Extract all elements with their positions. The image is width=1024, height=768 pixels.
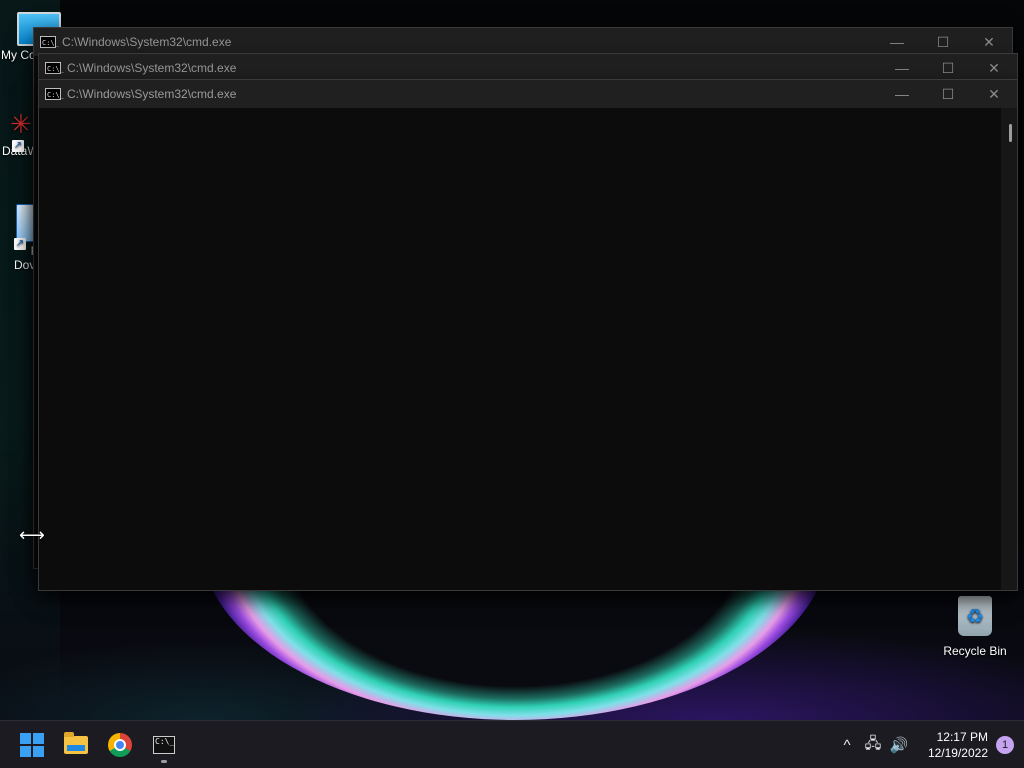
title-bar[interactable]: C:\_ C:\Windows\System32\cmd.exe — ☐ ✕: [39, 54, 1017, 82]
shortcut-arrow-icon: ↗: [12, 140, 24, 152]
taskbar-file-explorer[interactable]: [56, 725, 96, 765]
minimize-button[interactable]: —: [874, 28, 920, 56]
desktop-icon-recycle-bin[interactable]: Recycle Bin: [935, 596, 1015, 658]
taskbar: C:\_ ^ 🖧 🔊 12:17 PM 12/19/2022 1: [0, 720, 1024, 768]
title-bar[interactable]: C:\_ C:\Windows\System32\cmd.exe — ☐ ✕: [34, 28, 1012, 56]
taskbar-chrome[interactable]: [100, 725, 140, 765]
clock[interactable]: 12:17 PM 12/19/2022: [912, 729, 988, 761]
windows-start-icon: [20, 733, 44, 757]
taskbar-command-prompt[interactable]: C:\_: [144, 725, 184, 765]
recycle-bin-icon: [958, 596, 992, 636]
scrollbar-thumb[interactable]: [1009, 124, 1012, 142]
system-tray: ^ 🖧 🔊 12:17 PM 12/19/2022 1: [834, 721, 1024, 768]
clock-time: 12:17 PM: [936, 730, 988, 744]
window-title: C:\Windows\System32\cmd.exe: [67, 87, 237, 101]
shortcut-arrow-icon: ↗: [14, 238, 26, 250]
close-button[interactable]: ✕: [971, 80, 1017, 108]
cmd-app-icon: C:\_: [45, 88, 64, 100]
network-icon[interactable]: 🖧: [860, 733, 886, 758]
cmd-app-icon: C:\_: [40, 36, 59, 48]
close-button[interactable]: ✕: [971, 54, 1017, 82]
volume-icon[interactable]: 🔊: [886, 736, 912, 754]
title-bar[interactable]: C:\_ C:\Windows\System32\cmd.exe — ☐ ✕: [39, 80, 1017, 108]
chrome-icon: [108, 733, 132, 757]
desktop-icon-label: Recycle Bin: [943, 644, 1007, 658]
cmd-app-icon: C:\_: [45, 62, 64, 74]
terminal-icon: C:\_: [153, 736, 175, 754]
folder-icon: [64, 732, 88, 754]
minimize-button[interactable]: —: [879, 54, 925, 82]
window-title: C:\Windows\System32\cmd.exe: [62, 35, 232, 49]
resize-cursor-icon: ⟷: [19, 525, 45, 545]
vertical-scrollbar[interactable]: [1001, 108, 1017, 590]
maximize-button[interactable]: ☐: [920, 28, 966, 56]
maximize-button[interactable]: ☐: [925, 54, 971, 82]
console-area[interactable]: [39, 108, 1017, 590]
desktop: My Co ✳ ↗ DataW ↗ F Dov Recycle Bin C:\_…: [0, 0, 1024, 768]
window-title: C:\Windows\System32\cmd.exe: [67, 61, 237, 75]
clock-date: 12/19/2022: [927, 746, 988, 760]
show-hidden-icons-chevron-icon[interactable]: ^: [834, 737, 860, 754]
active-indicator: [161, 760, 167, 763]
minimize-button[interactable]: —: [879, 80, 925, 108]
start-button[interactable]: [12, 725, 52, 765]
maximize-button[interactable]: ☐: [925, 80, 971, 108]
notification-badge[interactable]: 1: [996, 736, 1014, 754]
close-button[interactable]: ✕: [966, 28, 1012, 56]
cmd-window-3[interactable]: C:\_ C:\Windows\System32\cmd.exe — ☐ ✕: [38, 79, 1018, 591]
